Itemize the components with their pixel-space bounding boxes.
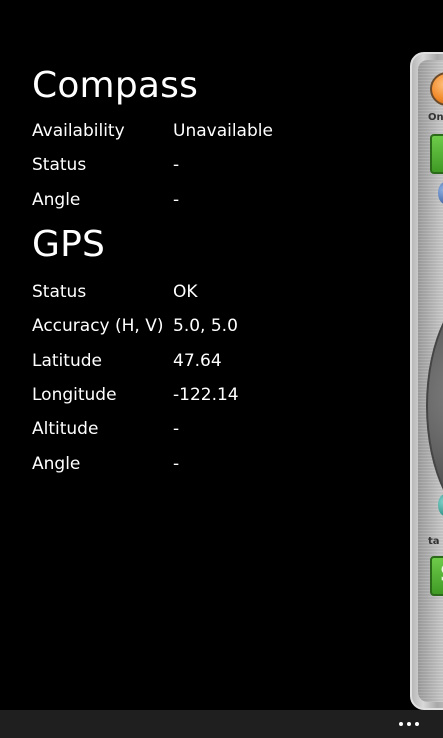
teal-indicator-icon [438, 494, 443, 516]
main-content: Compass Availability Unavailable Status … [32, 60, 402, 481]
gps-section-title: GPS [32, 223, 106, 265]
gps-angle-label: Angle [32, 453, 81, 474]
gps-latitude-row: Latitude 47.64 [32, 343, 402, 377]
gps-altitude-label: Altitude [32, 419, 99, 440]
compass-angle-value: - [173, 189, 180, 210]
compass-status-value: - [173, 155, 180, 176]
gps-accuracy-value: 5.0, 5.0 [173, 316, 238, 337]
side-panel-bottom-button[interactable]: S [430, 556, 443, 596]
gps-accuracy-row: Accuracy (H, V) 5.0, 5.0 [32, 309, 402, 343]
compass-status-label: Status [32, 155, 87, 176]
gps-longitude-label: Longitude [32, 384, 117, 405]
compass-availability-label: Availability [32, 121, 125, 142]
compass-availability-value: Unavailable [173, 121, 273, 142]
blue-indicator-icon [438, 182, 443, 204]
gps-altitude-value: - [173, 419, 180, 440]
application-bar [0, 710, 443, 738]
gps-angle-value: - [173, 453, 180, 474]
ellipsis-dot [399, 722, 403, 726]
sensor-status-screen: Compass Availability Unavailable Status … [0, 0, 443, 738]
gps-latitude-value: 47.64 [173, 350, 222, 371]
orange-knob-icon[interactable] [430, 72, 443, 106]
gps-longitude-value: -122.14 [173, 384, 239, 405]
gps-longitude-row: Longitude -122.14 [32, 378, 402, 412]
side-panel-top-button[interactable] [430, 134, 443, 174]
side-panel-top-label: On [428, 112, 443, 123]
gps-angle-row: Angle - [32, 446, 402, 480]
gps-altitude-row: Altitude - [32, 412, 402, 446]
compass-availability-row: Availability Unavailable [32, 114, 402, 148]
dial-icon[interactable] [426, 284, 443, 528]
side-panel-bottom-label: ta [428, 536, 440, 547]
gps-status-value: OK [173, 282, 198, 303]
ellipsis-dot [415, 722, 419, 726]
gps-status-label: Status [32, 282, 87, 303]
ellipsis-dot [407, 722, 411, 726]
compass-angle-label: Angle [32, 189, 81, 210]
ellipsis-icon[interactable] [391, 714, 427, 734]
compass-status-row: Status - [32, 148, 402, 182]
gps-latitude-label: Latitude [32, 350, 102, 371]
compass-section-title: Compass [32, 65, 199, 106]
side-control-panel[interactable]: On ta S [410, 52, 443, 710]
compass-angle-row: Angle - [32, 183, 402, 217]
gps-status-row: Status OK [32, 275, 402, 309]
gps-accuracy-label: Accuracy (H, V) [32, 316, 164, 337]
